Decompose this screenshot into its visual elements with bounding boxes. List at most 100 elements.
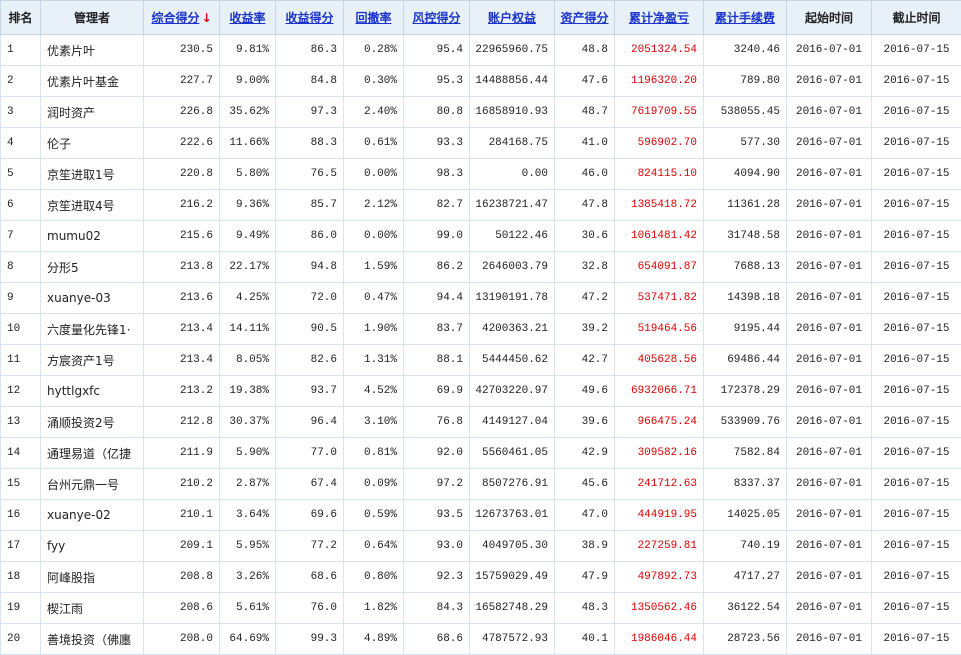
sort-link-composite[interactable]: 综合得分 <box>151 11 199 25</box>
cell-composite: 208.8 <box>144 562 220 593</box>
cell-fees: 789.80 <box>704 66 787 97</box>
cell-rank: 16 <box>1 500 41 531</box>
cell-net_pnl: 405628.56 <box>615 345 704 376</box>
cell-fees: 36122.54 <box>704 593 787 624</box>
cell-fees: 69486.44 <box>704 345 787 376</box>
cell-return_score: 90.5 <box>276 314 344 345</box>
cell-manager: 楔江雨 <box>41 593 144 624</box>
cell-return_score: 93.7 <box>276 376 344 407</box>
cell-return_rate: 64.69% <box>220 624 276 655</box>
cell-start: 2016-07-01 <box>787 159 872 190</box>
table-row: 2优素片叶基金227.79.00%84.80.30%95.314488856.4… <box>1 66 961 97</box>
column-header-equity: 账户权益 <box>470 1 555 35</box>
cell-equity: 22965960.75 <box>470 35 555 66</box>
cell-drawdown: 0.80% <box>344 562 404 593</box>
column-header-rank: 排名 <box>1 1 41 35</box>
cell-asset_score: 39.2 <box>555 314 615 345</box>
cell-equity: 5444450.62 <box>470 345 555 376</box>
cell-net_pnl: 966475.24 <box>615 407 704 438</box>
cell-rank: 14 <box>1 438 41 469</box>
cell-equity: 4049705.30 <box>470 531 555 562</box>
cell-rank: 11 <box>1 345 41 376</box>
table-row: 17fyy209.15.95%77.20.64%93.04049705.3038… <box>1 531 961 562</box>
cell-manager: fyy <box>41 531 144 562</box>
cell-end: 2016-07-15 <box>872 500 961 531</box>
cell-return_score: 84.8 <box>276 66 344 97</box>
cell-risk_score: 69.9 <box>404 376 470 407</box>
cell-composite: 209.1 <box>144 531 220 562</box>
cell-manager: 分形5 <box>41 252 144 283</box>
sort-link-return_score[interactable]: 收益得分 <box>285 11 333 25</box>
cell-net_pnl: 7619709.55 <box>615 97 704 128</box>
cell-risk_score: 99.0 <box>404 221 470 252</box>
cell-end: 2016-07-15 <box>872 314 961 345</box>
cell-fees: 7582.84 <box>704 438 787 469</box>
cell-rank: 5 <box>1 159 41 190</box>
cell-manager: xuanye-03 <box>41 283 144 314</box>
cell-rank: 7 <box>1 221 41 252</box>
table-row: 19楔江雨208.65.61%76.01.82%84.316582748.294… <box>1 593 961 624</box>
sort-link-fees[interactable]: 累计手续费 <box>715 11 775 25</box>
column-header-asset_score: 资产得分 <box>555 1 615 35</box>
cell-manager: 方宸资产1号 <box>41 345 144 376</box>
cell-net_pnl: 1350562.46 <box>615 593 704 624</box>
cell-risk_score: 80.8 <box>404 97 470 128</box>
cell-risk_score: 92.0 <box>404 438 470 469</box>
cell-drawdown: 2.12% <box>344 190 404 221</box>
sort-link-risk_score[interactable]: 风控得分 <box>412 11 460 25</box>
cell-return_score: 76.5 <box>276 159 344 190</box>
cell-return_rate: 19.38% <box>220 376 276 407</box>
cell-return_rate: 35.62% <box>220 97 276 128</box>
cell-rank: 15 <box>1 469 41 500</box>
cell-return_score: 77.0 <box>276 438 344 469</box>
cell-drawdown: 2.40% <box>344 97 404 128</box>
cell-rank: 1 <box>1 35 41 66</box>
cell-composite: 213.4 <box>144 314 220 345</box>
cell-composite: 230.5 <box>144 35 220 66</box>
cell-composite: 220.8 <box>144 159 220 190</box>
sort-link-asset_score[interactable]: 资产得分 <box>560 11 608 25</box>
cell-manager: mumu02 <box>41 221 144 252</box>
cell-drawdown: 0.64% <box>344 531 404 562</box>
table-row: 6京笙进取4号216.29.36%85.72.12%82.716238721.4… <box>1 190 961 221</box>
sort-link-drawdown[interactable]: 回撤率 <box>355 11 391 25</box>
cell-end: 2016-07-15 <box>872 469 961 500</box>
cell-return_rate: 5.95% <box>220 531 276 562</box>
cell-end: 2016-07-15 <box>872 345 961 376</box>
cell-rank: 3 <box>1 97 41 128</box>
cell-return_score: 86.3 <box>276 35 344 66</box>
cell-start: 2016-07-01 <box>787 500 872 531</box>
cell-start: 2016-07-01 <box>787 221 872 252</box>
sort-link-equity[interactable]: 账户权益 <box>488 11 536 25</box>
cell-drawdown: 0.61% <box>344 128 404 159</box>
cell-composite: 216.2 <box>144 190 220 221</box>
cell-asset_score: 38.9 <box>555 531 615 562</box>
cell-asset_score: 45.6 <box>555 469 615 500</box>
cell-end: 2016-07-15 <box>872 531 961 562</box>
cell-fees: 538055.45 <box>704 97 787 128</box>
table-row: 7mumu02215.69.49%86.00.00%99.050122.4630… <box>1 221 961 252</box>
cell-manager: 润时资产 <box>41 97 144 128</box>
cell-asset_score: 48.7 <box>555 97 615 128</box>
cell-net_pnl: 227259.81 <box>615 531 704 562</box>
cell-risk_score: 97.2 <box>404 469 470 500</box>
cell-return_rate: 9.81% <box>220 35 276 66</box>
sort-link-return_rate[interactable]: 收益率 <box>229 11 265 25</box>
cell-equity: 16858910.93 <box>470 97 555 128</box>
cell-composite: 213.2 <box>144 376 220 407</box>
cell-drawdown: 1.90% <box>344 314 404 345</box>
cell-end: 2016-07-15 <box>872 376 961 407</box>
cell-asset_score: 32.8 <box>555 252 615 283</box>
cell-fees: 533909.76 <box>704 407 787 438</box>
cell-manager: xuanye-02 <box>41 500 144 531</box>
sort-link-net_pnl[interactable]: 累计净盈亏 <box>629 11 689 25</box>
cell-asset_score: 41.0 <box>555 128 615 159</box>
cell-return_score: 88.3 <box>276 128 344 159</box>
cell-rank: 17 <box>1 531 41 562</box>
column-header-drawdown: 回撤率 <box>344 1 404 35</box>
cell-equity: 0.00 <box>470 159 555 190</box>
cell-return_rate: 9.36% <box>220 190 276 221</box>
cell-return_score: 97.3 <box>276 97 344 128</box>
cell-manager: 善境投资（佛廛 <box>41 624 144 655</box>
cell-asset_score: 30.6 <box>555 221 615 252</box>
